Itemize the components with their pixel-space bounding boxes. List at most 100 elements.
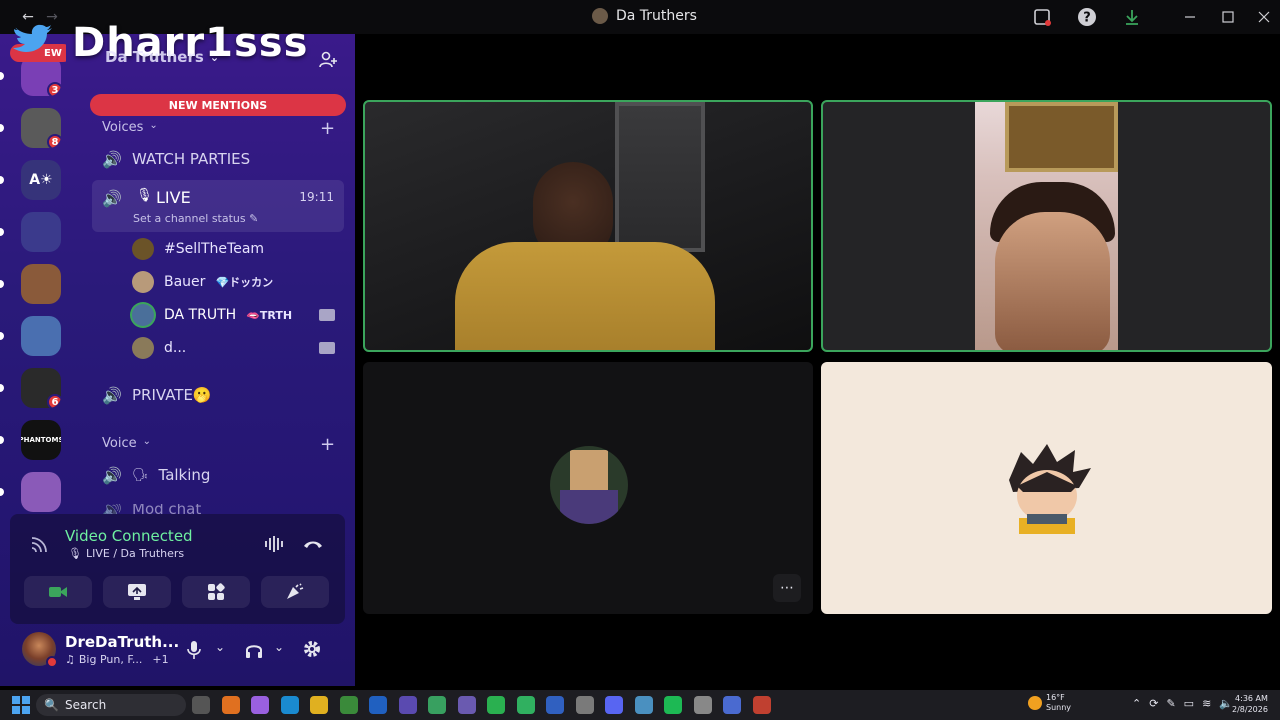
video-tile-4[interactable] xyxy=(821,362,1272,614)
windows-logo-icon xyxy=(12,696,30,714)
user-avatar xyxy=(132,271,154,293)
server-icon-2[interactable]: 8 xyxy=(21,108,61,148)
activities-button[interactable] xyxy=(182,576,250,608)
chevron-up-icon[interactable]: ⌃ xyxy=(1132,697,1141,710)
screen-share-button[interactable] xyxy=(103,576,171,608)
activities-icon xyxy=(208,583,225,600)
screen-share-icon xyxy=(128,584,146,600)
taskbar-app-icon[interactable] xyxy=(457,696,476,714)
category-voices[interactable]: Voices ⌄ xyxy=(102,120,158,135)
invite-button[interactable] xyxy=(318,50,338,74)
taskbar-app-icon[interactable] xyxy=(251,696,269,714)
headphones-icon xyxy=(246,645,262,658)
download-icon[interactable] xyxy=(1122,7,1142,27)
taskbar-app-icon[interactable] xyxy=(398,696,417,714)
display-icon[interactable]: ▭ xyxy=(1184,697,1194,710)
disconnect-icon[interactable] xyxy=(302,536,324,556)
voice-channel-label[interactable]: 🎙 LIVE / Da Truthers xyxy=(68,547,184,560)
video-stage: ⋯ xyxy=(355,34,1280,686)
channel-watch-parties[interactable]: 🔊 WATCH PARTIES xyxy=(102,149,250,169)
channel-talking[interactable]: 🔊 🗣 Talking xyxy=(102,465,210,485)
more-options-button[interactable]: ⋯ xyxy=(773,574,801,602)
server-icon-6[interactable] xyxy=(21,316,61,356)
maximize-icon[interactable] xyxy=(1218,7,1238,27)
taskbar-app-icon[interactable] xyxy=(752,696,771,714)
camera-on-icon xyxy=(319,342,335,354)
taskbar-app-icon[interactable] xyxy=(693,696,712,714)
taskbar-app-icon[interactable] xyxy=(428,696,446,714)
mention-badge: 3 xyxy=(47,82,61,96)
user-activity: ♫ Big Pun, F... +1 xyxy=(65,653,169,666)
help-icon[interactable]: ? xyxy=(1077,7,1097,27)
chevron-down-icon: ⌄ xyxy=(149,120,158,131)
taskbar-app-icon[interactable] xyxy=(634,696,653,714)
server-header[interactable]: Da Truthers ⌄ xyxy=(105,48,219,66)
search-box[interactable]: 🔍 Search xyxy=(36,694,186,716)
taskbar-app-icon[interactable] xyxy=(280,696,299,714)
inbox-icon[interactable] xyxy=(1032,7,1052,27)
taskbar-app-icon[interactable] xyxy=(575,696,594,714)
unread-pill xyxy=(0,176,4,184)
taskbar-app-icon[interactable] xyxy=(516,696,535,714)
taskbar-app-icon[interactable] xyxy=(192,696,210,714)
category-voice[interactable]: Voice ⌄ xyxy=(102,436,151,451)
video-tile-2[interactable] xyxy=(821,100,1272,352)
deafen-button[interactable] xyxy=(244,640,264,664)
chevron-down-icon[interactable]: ⌄ xyxy=(215,640,225,654)
add-channel-icon[interactable]: + xyxy=(320,434,335,455)
taskbar-app-icon[interactable] xyxy=(664,696,682,714)
soundboard-button[interactable] xyxy=(261,576,329,608)
noise-suppression-icon[interactable] xyxy=(264,534,286,558)
speaker-icon: 🔊 xyxy=(102,504,122,514)
voice-user[interactable]: Bauer 💎ドッカン xyxy=(132,271,273,293)
channel-private[interactable]: 🔊 PRIVATE🫢 xyxy=(102,385,212,405)
camera-button[interactable] xyxy=(24,576,92,608)
soundboard-icon xyxy=(287,583,304,599)
server-icon-8[interactable]: PHANTOMS xyxy=(21,420,61,460)
chevron-down-icon[interactable]: ⌄ xyxy=(274,640,284,654)
chevron-down-icon: ⌄ xyxy=(142,436,151,447)
server-icon-9[interactable] xyxy=(21,472,61,512)
voice-user[interactable]: DA TRUTH 🫦TRTH xyxy=(132,304,292,326)
server-icon-5[interactable] xyxy=(21,264,61,304)
taskbar-app-icon[interactable] xyxy=(605,696,623,714)
server-icon-7[interactable]: 6 xyxy=(21,368,61,408)
pen-icon[interactable]: ✎ xyxy=(1166,697,1175,710)
user-avatar xyxy=(132,304,154,326)
voice-user[interactable]: #SellTheTeam xyxy=(132,238,264,260)
taskbar-app-icon[interactable] xyxy=(723,696,741,714)
mention-badge: 8 xyxy=(47,134,61,148)
user-name[interactable]: DreDaTruth... xyxy=(65,633,179,651)
taskbar-app-icon[interactable] xyxy=(339,696,358,714)
channel-mod-chat[interactable]: 🔊 Mod chat xyxy=(102,504,201,514)
weather-widget[interactable]: 16°F Sunny xyxy=(1028,693,1071,713)
minimize-icon[interactable] xyxy=(1180,7,1200,27)
new-mentions-banner[interactable]: NEW MENTIONS xyxy=(90,94,346,116)
voice-user[interactable]: d... xyxy=(132,337,186,359)
video-tile-1[interactable] xyxy=(363,100,813,352)
settings-button[interactable] xyxy=(302,639,322,663)
paper-bag xyxy=(570,450,608,490)
channel-status-link[interactable]: Set a channel status ✎ xyxy=(133,212,258,225)
user-avatar[interactable] xyxy=(22,632,58,668)
voice-status[interactable]: Video Connected xyxy=(65,527,193,545)
clock[interactable]: 4:36 AM 2/8/2026 xyxy=(1232,693,1268,715)
start-button[interactable] xyxy=(12,696,30,718)
window-title: Da Truthers xyxy=(592,8,697,24)
volume-icon[interactable]: 🔈 xyxy=(1219,697,1233,710)
close-icon[interactable] xyxy=(1254,7,1274,27)
taskbar-app-icon[interactable] xyxy=(221,696,240,714)
svg-text:?: ? xyxy=(1083,11,1091,26)
sync-icon[interactable]: ⟳ xyxy=(1149,697,1158,710)
taskbar-app-icon[interactable] xyxy=(310,696,328,714)
channel-live-active[interactable]: 🔊 🎙 LIVE 19:11 Set a channel status ✎ xyxy=(92,180,344,232)
server-icon-3[interactable]: A☀ xyxy=(21,160,61,200)
video-tile-3[interactable]: ⋯ xyxy=(363,362,813,614)
taskbar-app-icon[interactable] xyxy=(487,696,505,714)
taskbar-app-icon[interactable] xyxy=(369,696,387,714)
add-channel-icon[interactable]: + xyxy=(320,118,335,139)
taskbar-app-icon[interactable] xyxy=(546,696,564,714)
server-icon-4[interactable] xyxy=(21,212,61,252)
mute-button[interactable] xyxy=(186,640,202,664)
wifi-icon[interactable]: ≋ xyxy=(1202,697,1211,710)
